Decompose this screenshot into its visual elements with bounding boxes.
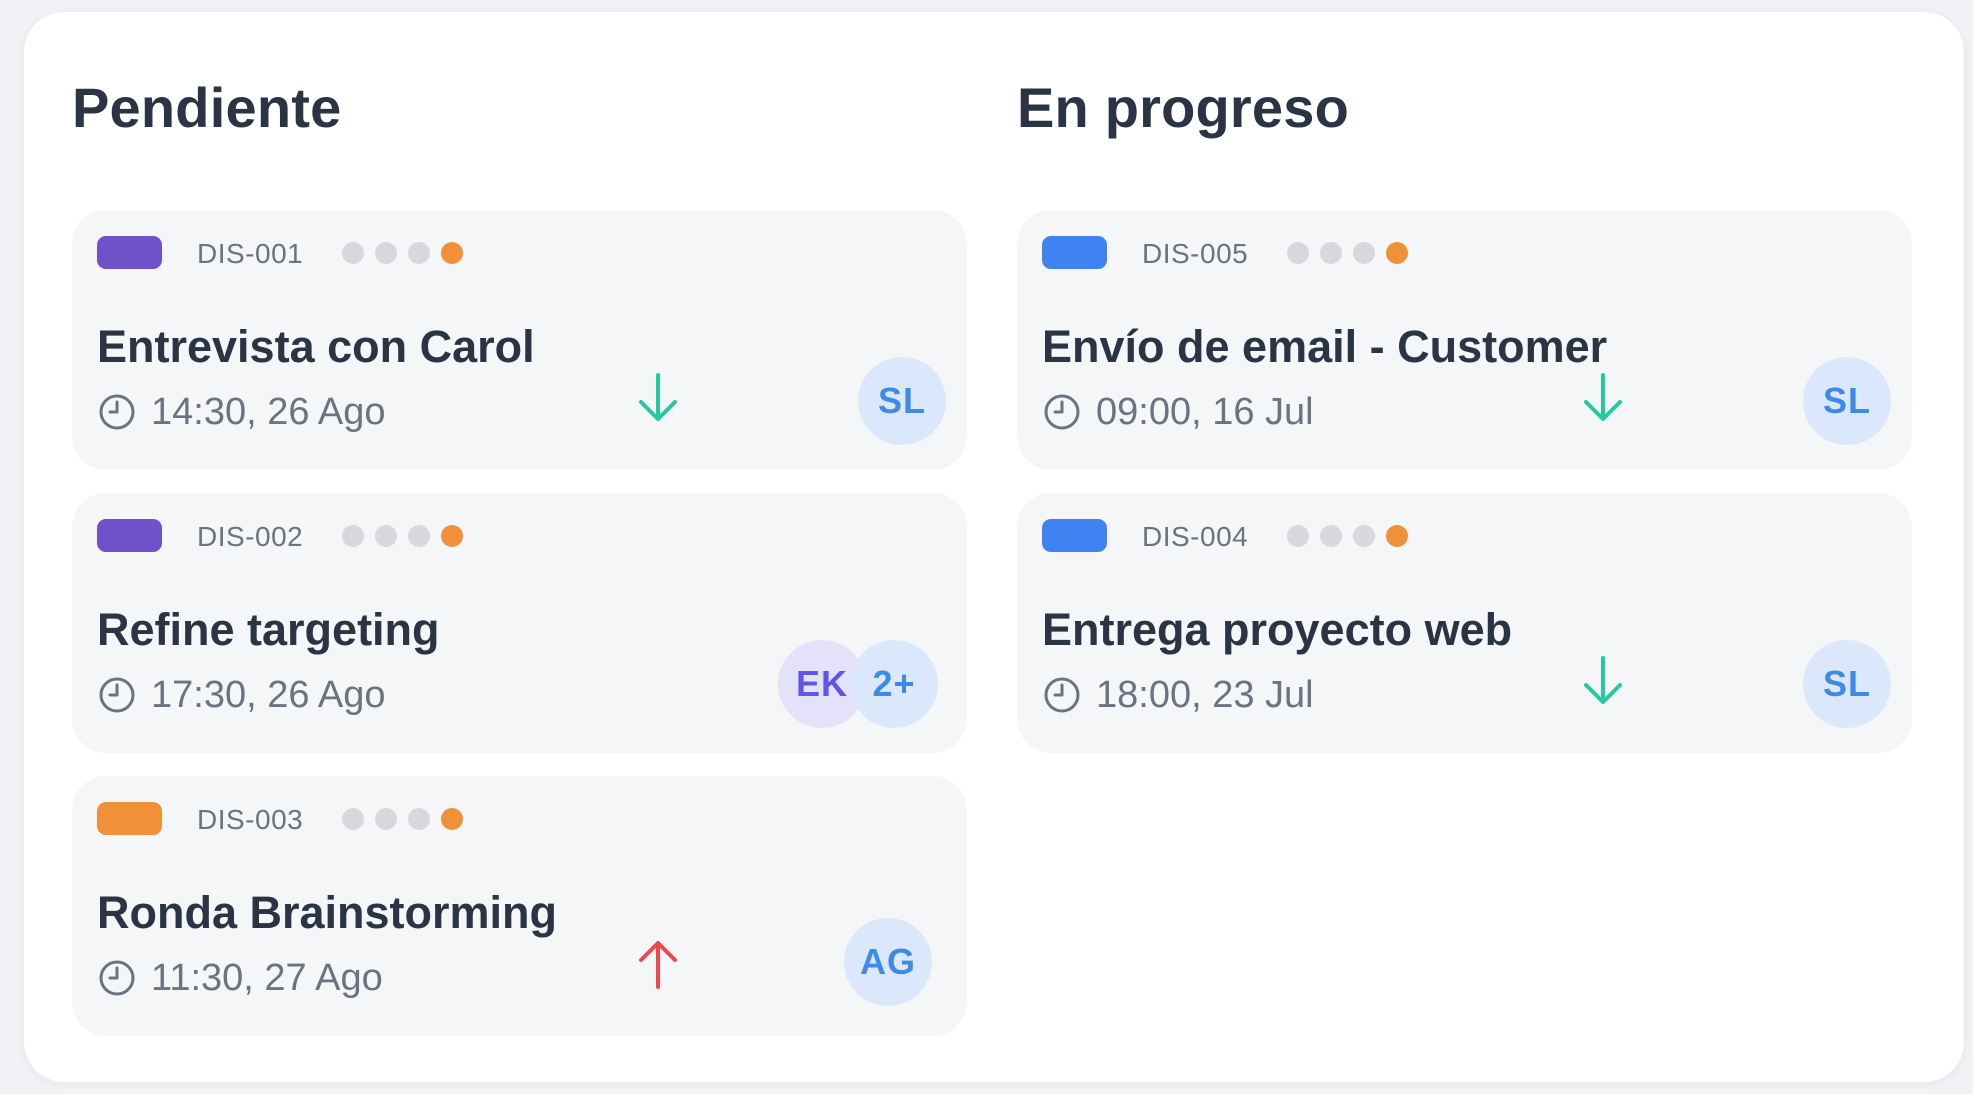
avatar[interactable]: SL [858,357,946,445]
task-title: Envío de email - Customer [1042,321,1608,372]
task-title: Ronda Brainstorming [97,887,558,938]
progress-dots [342,525,463,547]
task-card[interactable]: DIS-003 Ronda Brainstorming 11:30, 27 Ag… [72,776,967,1036]
category-tag [1042,236,1107,269]
category-tag [97,519,162,552]
progress-dot [1320,525,1342,547]
task-time-text: 17:30, 26 Ago [151,674,386,716]
progress-dot [1386,242,1408,264]
task-time-text: 18:00, 23 Jul [1096,674,1314,716]
avatar[interactable]: SL [1803,357,1891,445]
progress-dot [1287,525,1309,547]
progress-dot [408,525,430,547]
avatar-overflow-count[interactable]: 2+ [850,640,938,728]
card-list: DIS-005 Envío de email - Customer 09:00,… [1017,210,1912,776]
task-title: Entrega proyecto web [1042,604,1513,655]
task-card[interactable]: DIS-004 Entrega proyecto web 18:00, 23 J… [1017,493,1912,753]
arrow-down-icon [1584,656,1622,704]
progress-dot [441,525,463,547]
progress-dot [441,242,463,264]
progress-dot [375,808,397,830]
task-time-text: 09:00, 16 Jul [1096,391,1314,433]
task-due-time: 18:00, 23 Jul [1042,675,1314,715]
card-list: DIS-001 Entrevista con Carol 14:30, 26 A… [72,210,967,1059]
progress-dot [375,242,397,264]
avatar[interactable]: AG [844,918,932,1006]
progress-dot [441,808,463,830]
clock-icon [99,677,135,713]
task-due-time: 17:30, 26 Ago [97,675,386,715]
clock-icon [1044,394,1080,430]
progress-dot [342,808,364,830]
category-tag [97,236,162,269]
column-title: Pendiente [72,76,342,139]
category-tag [1042,519,1107,552]
kanban-board: Pendiente DIS-001 Entrevista con Carol 1… [24,12,1964,1082]
progress-dot [342,242,364,264]
task-id: DIS-004 [1142,521,1249,552]
task-due-time: 11:30, 27 Ago [97,958,383,998]
task-due-time: 09:00, 16 Jul [1042,392,1314,432]
progress-dots [1287,242,1408,264]
task-id: DIS-002 [197,521,304,552]
progress-dot [408,242,430,264]
progress-dot [1353,242,1375,264]
arrow-down-icon [1584,373,1622,421]
arrow-up-icon [639,941,677,989]
task-title: Entrevista con Carol [97,321,535,372]
task-due-time: 14:30, 26 Ago [97,392,386,432]
progress-dot [375,525,397,547]
progress-dot [1353,525,1375,547]
task-id: DIS-001 [197,238,304,269]
clock-icon [99,394,135,430]
clock-icon [1044,677,1080,713]
progress-dot [342,525,364,547]
progress-dots [342,808,463,830]
task-id: DIS-003 [197,804,304,835]
task-time-text: 11:30, 27 Ago [151,957,383,999]
task-id: DIS-005 [1142,238,1249,269]
task-card[interactable]: DIS-001 Entrevista con Carol 14:30, 26 A… [72,210,967,470]
task-title: Refine targeting [97,604,440,655]
progress-dots [1287,525,1408,547]
task-card[interactable]: DIS-002 Refine targeting 17:30, 26 Ago E… [72,493,967,753]
arrow-down-icon [639,373,677,421]
progress-dot [1386,525,1408,547]
progress-dots [342,242,463,264]
progress-dot [408,808,430,830]
task-time-text: 14:30, 26 Ago [151,391,386,433]
task-card[interactable]: DIS-005 Envío de email - Customer 09:00,… [1017,210,1912,470]
category-tag [97,802,162,835]
clock-icon [99,960,135,996]
progress-dot [1287,242,1309,264]
progress-dot [1320,242,1342,264]
avatar[interactable]: SL [1803,640,1891,728]
column-title: En progreso [1017,76,1350,139]
